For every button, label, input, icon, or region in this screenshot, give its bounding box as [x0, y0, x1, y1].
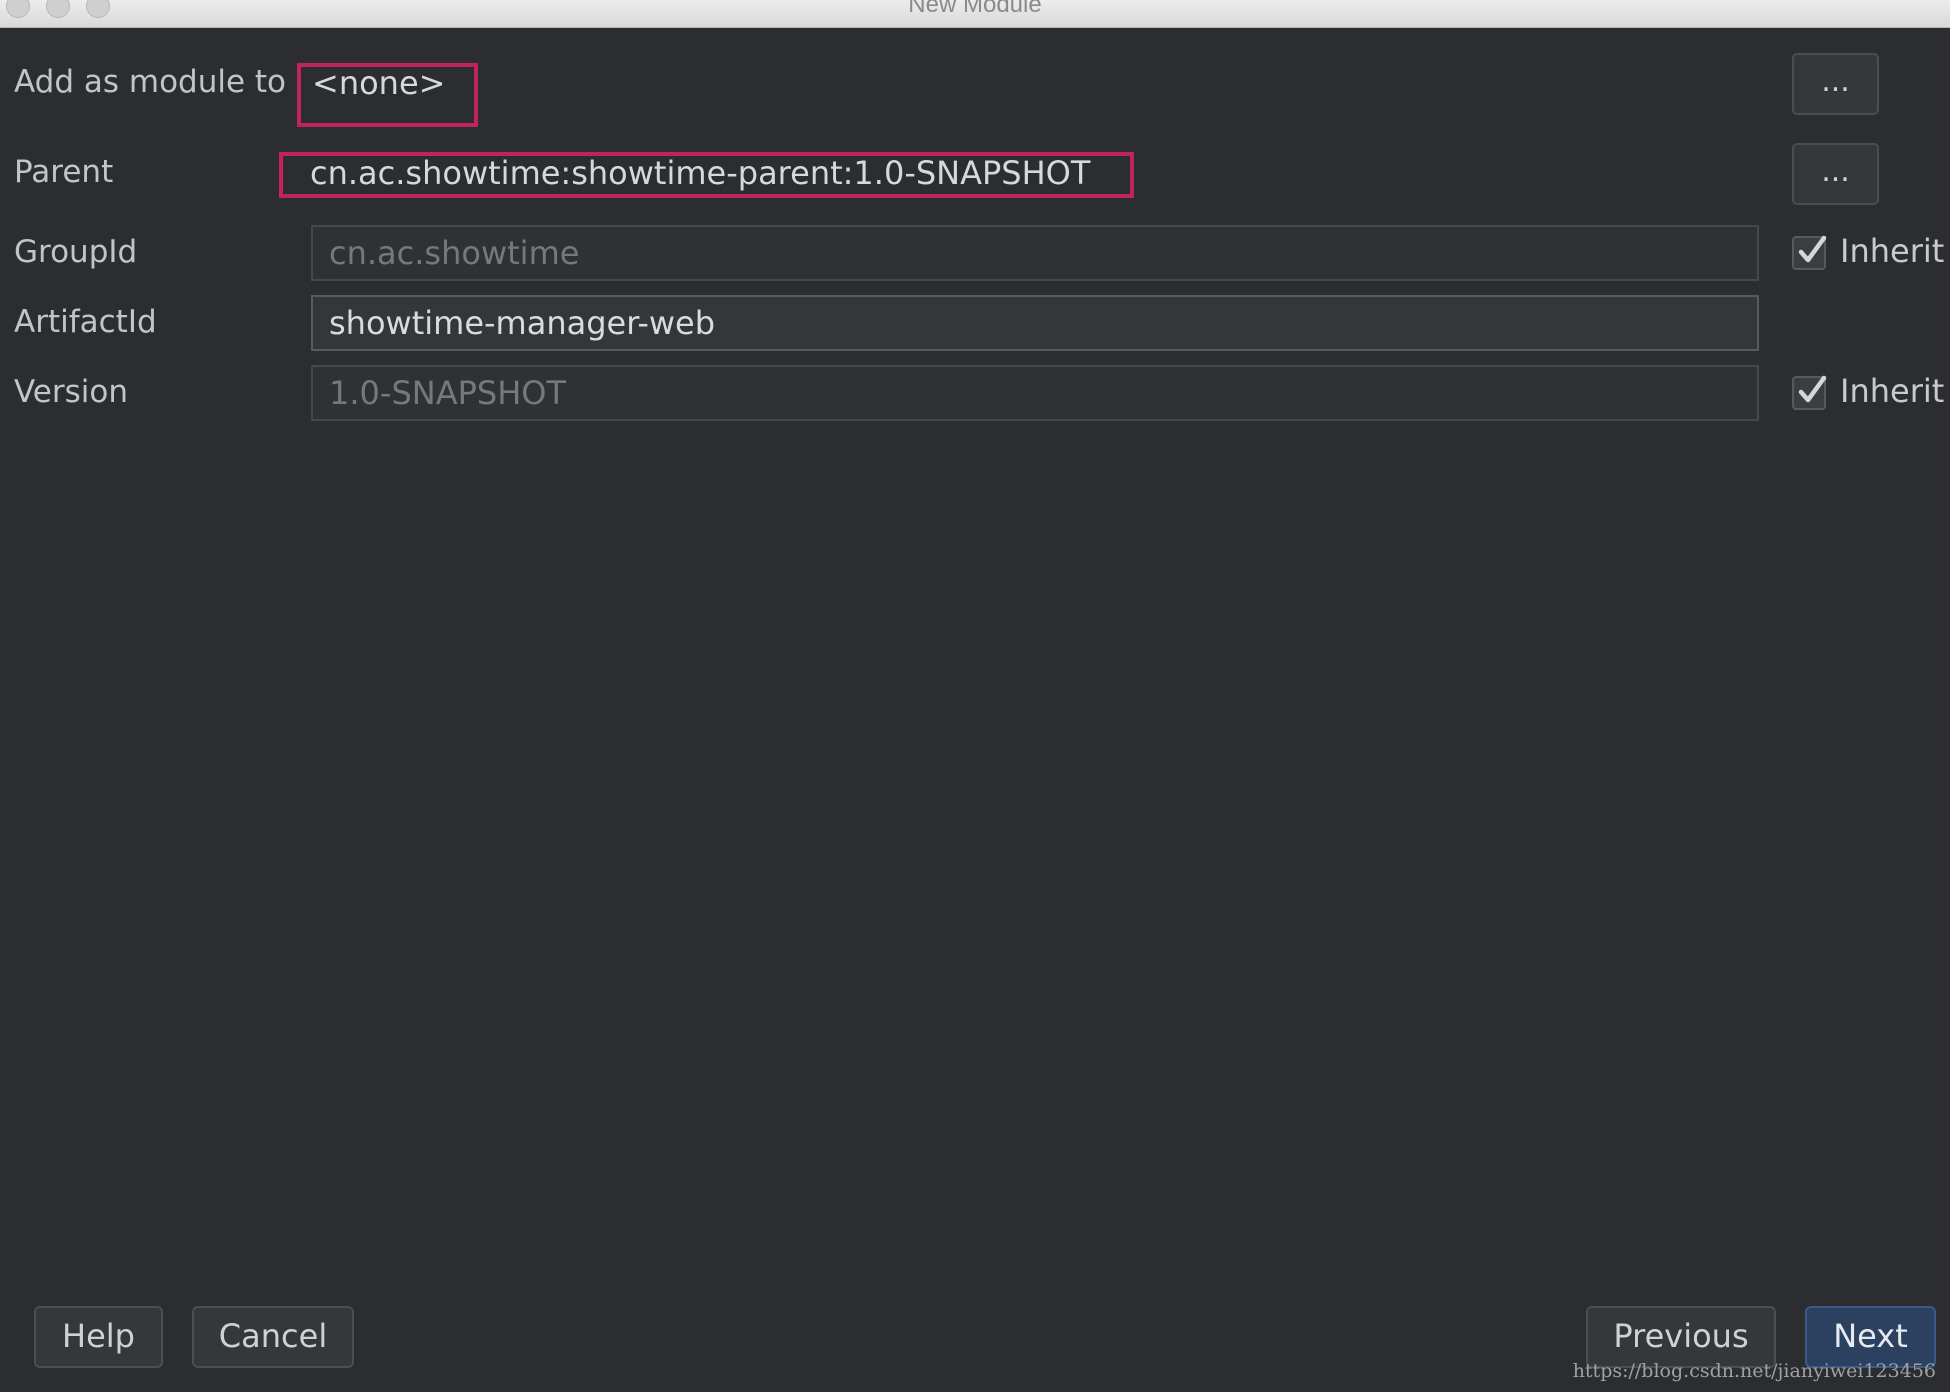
group-id-field[interactable]: cn.ac.showtime — [311, 225, 1759, 281]
artifact-id-label: ArtifactId — [14, 304, 157, 340]
checkmark-icon — [1798, 375, 1827, 403]
window-title: New Module — [908, 0, 1042, 18]
parent-value[interactable]: cn.ac.showtime:showtime-parent:1.0-SNAPS… — [310, 154, 1090, 192]
version-inherit-label[interactable]: Inherit — [1840, 372, 1944, 410]
watermark-url: https://blog.csdn.net/jianyiwei123456 — [1572, 1360, 1936, 1382]
help-button[interactable]: Help — [34, 1306, 163, 1368]
next-button[interactable]: Next — [1805, 1306, 1936, 1368]
previous-button[interactable]: Previous — [1586, 1306, 1776, 1368]
add-as-module-label: Add as module to — [14, 64, 287, 100]
checkmark-icon — [1798, 235, 1827, 263]
artifact-id-field[interactable]: showtime-manager-web — [311, 295, 1759, 351]
add-as-module-browse-button[interactable]: ... — [1792, 53, 1879, 115]
parent-browse-button[interactable]: ... — [1792, 143, 1879, 205]
title-bar: New Module — [0, 0, 1950, 28]
add-as-module-value[interactable]: <none> — [312, 64, 445, 102]
group-id-inherit-label[interactable]: Inherit — [1840, 232, 1944, 270]
group-id-inherit-checkbox[interactable] — [1792, 235, 1827, 270]
version-label: Version — [14, 374, 128, 410]
group-id-label: GroupId — [14, 234, 138, 270]
version-field[interactable]: 1.0-SNAPSHOT — [311, 365, 1759, 421]
cancel-button[interactable]: Cancel — [192, 1306, 354, 1368]
parent-label: Parent — [14, 154, 114, 190]
version-inherit-checkbox[interactable] — [1792, 375, 1827, 410]
